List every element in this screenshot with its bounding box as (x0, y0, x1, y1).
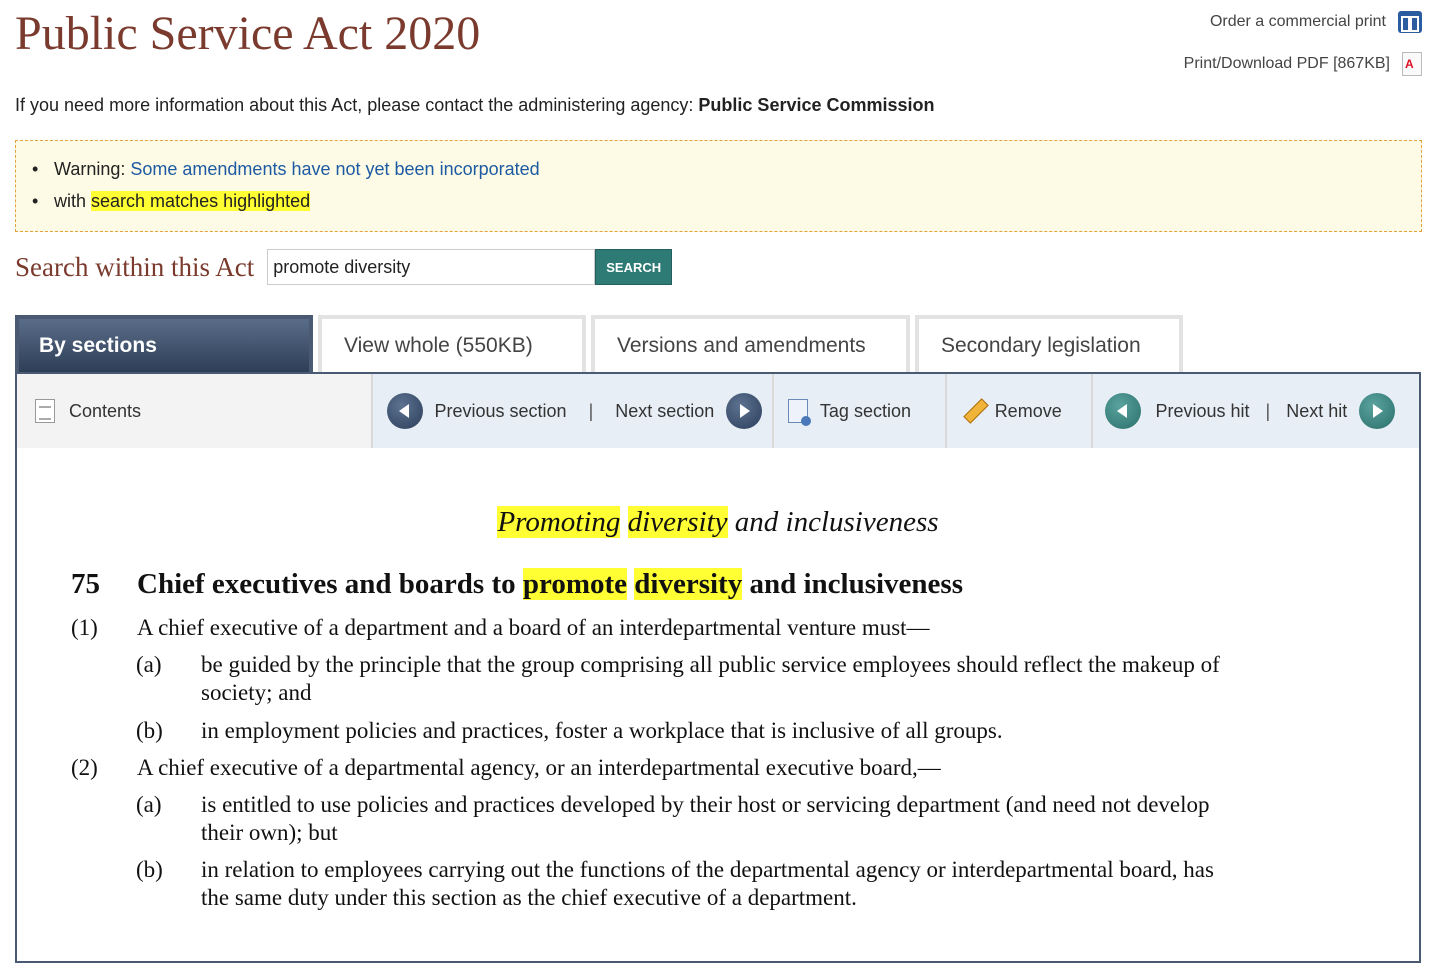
tag-section-button[interactable]: Tag section (787, 399, 911, 426)
tab-bar: By sections View whole (550KB) Versions … (15, 315, 1188, 373)
paragraph-text-cont: their own); but (201, 820, 338, 845)
amendments-link[interactable]: Some amendments have not yet been incorp… (130, 159, 539, 179)
remove-label: Remove (994, 400, 1062, 421)
document-icon (35, 399, 55, 423)
paragraph-number: (a) (136, 652, 162, 677)
top-links: Order a commercial print Print/Download … (1184, 10, 1422, 76)
search-label: Search within this Act (15, 251, 255, 282)
search-matches-prefix: with (54, 191, 87, 211)
paragraph-text: in employment policies and practices, fo… (201, 718, 1003, 743)
paragraph: (a) is entitled to use policies and prac… (136, 791, 1376, 847)
subsection-number: (2) (71, 755, 98, 780)
search-matches-item: with search matches highlighted (32, 187, 1421, 219)
paragraph-text: is entitled to use policies and practice… (201, 792, 1210, 817)
agency-name: Public Service Commission (698, 95, 935, 115)
previous-section-label: Previous section (434, 400, 567, 421)
search-button[interactable]: SEARCH (595, 249, 673, 285)
section-nav-group: Previous section | Next section (372, 374, 774, 448)
search-hit: diversity (627, 506, 728, 538)
next-section-button[interactable]: Next section (615, 393, 763, 429)
paragraph-text: be guided by the principle that the grou… (201, 652, 1220, 677)
section-title-pre: Chief executives and boards to (137, 568, 516, 600)
tab-secondary-legislation[interactable]: Secondary legislation (915, 315, 1183, 373)
order-print-link[interactable]: Order a commercial print (1184, 10, 1422, 34)
contents-label: Contents (69, 400, 142, 421)
paragraph-text: in relation to employees carrying out th… (201, 857, 1214, 882)
subsection: (1) A chief executive of a department an… (71, 614, 1371, 642)
tag-icon (787, 399, 811, 426)
hit-nav-group: Previous hit | Next hit (1093, 374, 1420, 448)
tab-by-sections[interactable]: By sections (15, 315, 313, 373)
paragraph-text-cont: society; and (201, 680, 312, 705)
arrow-right-icon (1359, 393, 1396, 429)
search-hit: Promoting (497, 506, 621, 538)
page-title: Public Service Act 2020 (15, 7, 481, 60)
arrow-left-icon (1105, 393, 1142, 429)
contents-button[interactable]: Contents (35, 399, 141, 423)
previous-hit-label: Previous hit (1155, 400, 1250, 421)
order-print-label: Order a commercial print (1209, 13, 1386, 30)
arrow-left-icon (386, 393, 423, 429)
separator: | (1265, 400, 1271, 421)
section-toolbar: Contents Previous section | Next section… (17, 374, 1420, 448)
subsection-text: A chief executive of a departmental agen… (137, 755, 941, 780)
search-hit: promote (522, 568, 628, 600)
tab-view-whole[interactable]: View whole (550KB) (318, 315, 586, 373)
section-title-post: and inclusiveness (749, 568, 964, 600)
previous-hit-button[interactable]: Previous hit (1105, 393, 1250, 429)
pdf-icon: A (1402, 52, 1422, 76)
paragraph-text-cont: the same duty under this section as the … (201, 885, 857, 910)
agency-prefix: If you need more information about this … (15, 95, 694, 115)
search-input[interactable] (267, 249, 596, 285)
notice-box: Warning: Some amendments have not yet be… (15, 140, 1422, 232)
tab-versions-amendments[interactable]: Versions and amendments (591, 315, 910, 373)
download-pdf-link[interactable]: Print/Download PDF [867KB] A (1184, 52, 1422, 76)
section-number: 75 (71, 568, 100, 600)
book-icon (1398, 11, 1422, 33)
paragraph: (b) in employment policies and practices… (136, 717, 1376, 745)
next-hit-button[interactable]: Next hit (1286, 393, 1396, 429)
section-heading: 75 Chief executives and boards to promot… (71, 568, 963, 601)
search-hit: diversity (634, 568, 743, 600)
warning-prefix: Warning: (54, 159, 126, 179)
search-matches-highlight: search matches highlighted (91, 191, 311, 211)
content-panel: Contents Previous section | Next section… (15, 372, 1421, 963)
group-heading-rest: and inclusiveness (734, 506, 939, 538)
paragraph-number: (b) (136, 857, 163, 882)
remove-button[interactable]: Remove (961, 398, 1062, 424)
tag-group: Tag section (773, 374, 947, 448)
download-pdf-label: Print/Download PDF [867KB] (1183, 55, 1390, 72)
tag-section-label: Tag section (819, 400, 911, 421)
warning-item: Warning: Some amendments have not yet be… (32, 155, 1421, 187)
subsection: (2) A chief executive of a departmental … (71, 754, 1371, 782)
separator: | (588, 400, 594, 421)
highlighter-icon (961, 398, 987, 424)
group-heading: Promoting diversity and inclusiveness (17, 506, 1419, 539)
paragraph: (b) in relation to employees carrying ou… (136, 856, 1376, 912)
previous-section-button[interactable]: Previous section (386, 393, 567, 429)
search-row: Search within this Act SEARCH (15, 249, 673, 285)
subsection-text: A chief executive of a department and a … (137, 615, 930, 640)
next-hit-label: Next hit (1286, 400, 1348, 421)
paragraph: (a) be guided by the principle that the … (136, 651, 1376, 707)
agency-info: If you need more information about this … (15, 95, 935, 116)
paragraph-number: (b) (136, 718, 163, 743)
arrow-right-icon (726, 393, 763, 429)
paragraph-number: (a) (136, 792, 162, 817)
contents-group: Contents (17, 374, 373, 448)
subsection-number: (1) (71, 615, 98, 640)
remove-group: Remove (946, 374, 1094, 448)
next-section-label: Next section (615, 400, 715, 421)
